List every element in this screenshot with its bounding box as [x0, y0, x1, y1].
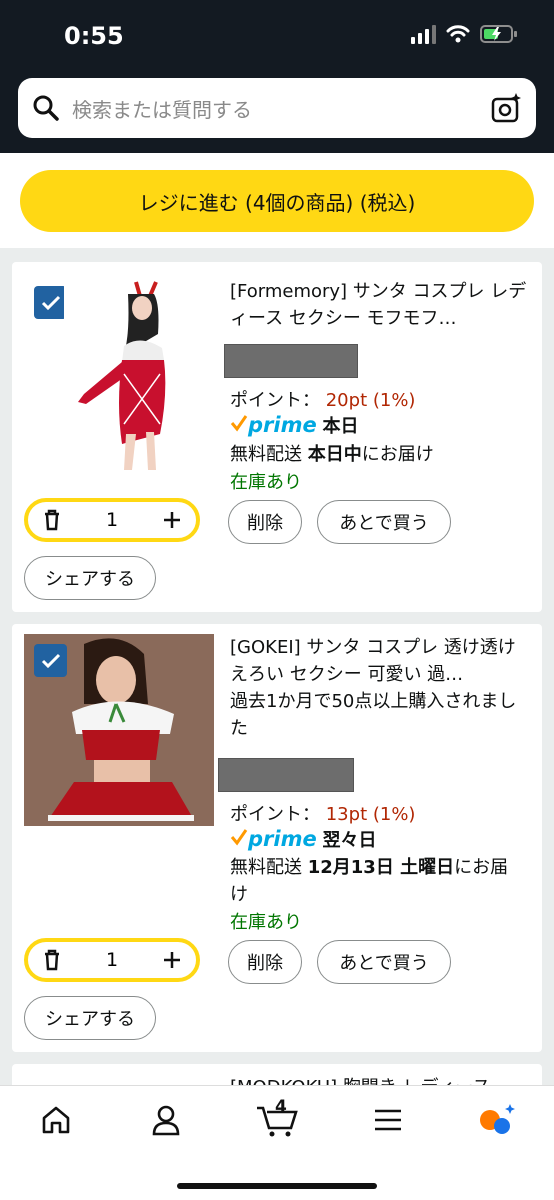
- save-for-later-button[interactable]: あとで買う: [317, 500, 451, 544]
- battery-icon: [480, 25, 517, 43]
- price-redacted: [224, 344, 358, 378]
- cart-item: [Formemory] サンタ コスプレ レディース セクシー モフモフ… ポイ…: [12, 262, 542, 612]
- checkmark-icon: [41, 295, 60, 310]
- prime-check-icon: [230, 829, 248, 846]
- stock-status: 在庫あり: [230, 912, 302, 933]
- product-title[interactable]: [Formemory] サンタ コスプレ レディース セクシー モフモフ…: [230, 278, 530, 332]
- top-bar: 0:55 検索または質問する: [0, 0, 554, 153]
- shipping-suffix: にお届け: [361, 444, 434, 465]
- shipping-date: 12月13日 土曜日: [307, 857, 455, 878]
- person-icon: [152, 1105, 180, 1136]
- plus-icon[interactable]: [162, 950, 182, 970]
- points-row: ポイント： 13pt (1%): [230, 800, 415, 826]
- trash-icon[interactable]: [42, 509, 62, 531]
- delivery-day: 本日: [322, 416, 359, 437]
- price-redacted: [218, 758, 354, 792]
- cart-count: 4: [275, 1097, 287, 1117]
- search-bar[interactable]: 検索または質問する: [18, 78, 536, 138]
- quantity-value: 1: [105, 509, 119, 531]
- select-checkbox[interactable]: [34, 644, 67, 677]
- home-indicator: [177, 1183, 377, 1189]
- rufus-icon: [480, 1104, 515, 1134]
- menu-icon: [375, 1109, 401, 1131]
- checkout-button[interactable]: レジに進む (4個の商品) (税込): [20, 170, 534, 232]
- wifi-icon: [446, 25, 470, 43]
- points-label: ポイント：: [230, 390, 320, 411]
- save-for-later-button[interactable]: あとで買う: [317, 940, 451, 984]
- points-value: 20pt (1%): [325, 390, 416, 411]
- shipping-prefix: 無料配送: [230, 444, 308, 465]
- nav-assistant[interactable]: [474, 1100, 518, 1140]
- plus-icon[interactable]: [162, 510, 182, 530]
- home-icon: [42, 1106, 70, 1134]
- prime-logo: prime: [248, 413, 317, 437]
- status-time: 0:55: [64, 22, 124, 50]
- shipping-row: 無料配送 12月13日 土曜日にお届け: [230, 854, 520, 908]
- delete-button[interactable]: 削除: [228, 500, 302, 544]
- points-label: ポイント：: [230, 804, 320, 825]
- nav-cart[interactable]: 4: [252, 1097, 302, 1140]
- quantity-stepper[interactable]: 1: [24, 498, 200, 542]
- shipping-row: 無料配送 本日中にお届け: [230, 440, 434, 466]
- delivery-day: 翌々日: [322, 830, 377, 851]
- cart-item: [GOKEI] サンタ コスプレ 透け透け えろい セクシー 可愛い 過… 過去…: [12, 624, 542, 1052]
- prime-check-icon: [230, 415, 248, 432]
- purchase-note: 過去1か月で50点以上購入されました: [230, 691, 517, 739]
- quantity-value: 1: [105, 949, 119, 971]
- share-button[interactable]: シェアする: [24, 556, 156, 600]
- shipping-date: 本日中: [307, 444, 362, 465]
- search-input[interactable]: 検索または質問する: [72, 94, 490, 123]
- trash-icon[interactable]: [42, 949, 62, 971]
- product-image[interactable]: [64, 274, 184, 474]
- checkmark-icon: [41, 653, 60, 668]
- share-button[interactable]: シェアする: [24, 996, 156, 1040]
- select-checkbox[interactable]: [34, 286, 67, 319]
- status-icons: [411, 24, 518, 44]
- product-title[interactable]: [GOKEI] サンタ コスプレ 透け透け えろい セクシー 可愛い 過…: [230, 634, 530, 688]
- signal-icon: [411, 24, 436, 44]
- prime-row: prime 翌々日: [230, 826, 376, 852]
- nav-menu[interactable]: [366, 1100, 410, 1140]
- delete-button[interactable]: 削除: [228, 940, 302, 984]
- prime-logo: prime: [248, 827, 317, 851]
- stock-status: 在庫あり: [230, 472, 302, 493]
- points-value: 13pt (1%): [325, 804, 416, 825]
- search-icon: [33, 95, 59, 121]
- shipping-prefix: 無料配送: [230, 857, 308, 878]
- camera-icon[interactable]: [490, 92, 522, 124]
- quantity-stepper[interactable]: 1: [24, 938, 200, 982]
- prime-row: prime 本日: [230, 412, 358, 438]
- nav-account[interactable]: [144, 1100, 188, 1140]
- nav-home[interactable]: [34, 1100, 78, 1140]
- points-row: ポイント： 20pt (1%): [230, 386, 415, 412]
